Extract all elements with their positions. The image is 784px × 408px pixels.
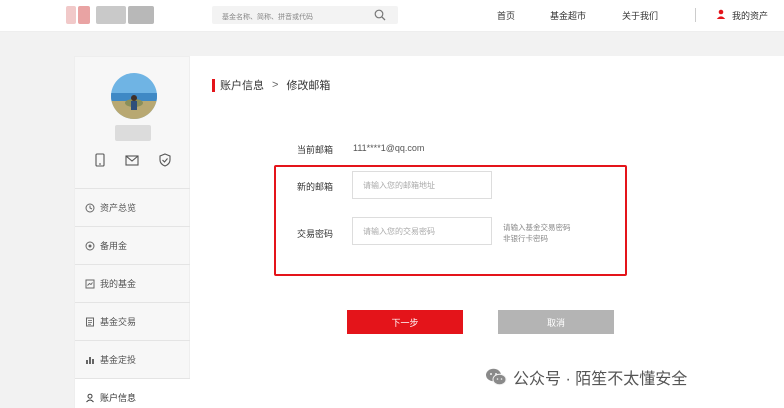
wechat-icon <box>486 368 507 386</box>
hint-line-1: 请输入基金交易密码 <box>503 223 571 232</box>
sidebar-item-label: 账户信息 <box>100 393 137 403</box>
current-email-value: 111****1@qq.com <box>353 143 425 153</box>
username-blurred <box>115 125 151 141</box>
sidebar-item-label: 资产总览 <box>100 203 137 213</box>
breadcrumb-current: 修改邮箱 <box>286 80 331 92</box>
sidebar-item-label: 基金定投 <box>100 355 137 365</box>
user-icon <box>86 393 94 402</box>
sidebar-menu: 资产总览 备用金 我的基金 基金交易 基金定投 账户信息 <box>75 188 191 408</box>
phone-icon[interactable] <box>93 153 107 167</box>
shield-icon[interactable] <box>158 153 172 167</box>
new-email-field[interactable] <box>353 172 491 198</box>
trade-password-field-box <box>352 217 492 245</box>
sidebar-item-account-info[interactable]: 账户信息 <box>75 378 191 408</box>
my-assets-link[interactable]: 我的资产 <box>732 9 768 22</box>
watermark-text: 公众号 · 陌笙不太懂安全 <box>513 371 688 388</box>
sidebar-item-label: 基金交易 <box>100 317 137 327</box>
sidebar-item-label: 我的基金 <box>100 279 137 289</box>
trade-password-label: 交易密码 <box>297 229 334 239</box>
trade-password-field[interactable] <box>353 218 491 244</box>
top-bar: 首页 基金超市 关于我们 我的资产 <box>0 0 784 32</box>
new-email-label: 新的邮箱 <box>297 182 334 192</box>
bar-chart-icon <box>86 356 94 364</box>
watermark: 公众号 · 陌笙不太懂安全 <box>485 364 687 390</box>
search-icon[interactable] <box>374 9 386 21</box>
breadcrumb-separator: > <box>272 79 279 91</box>
current-email-label: 当前邮箱 <box>297 145 334 155</box>
sidebar-item-asset-overview[interactable]: 资产总览 <box>75 188 191 226</box>
nav-divider <box>695 8 696 22</box>
nav-home[interactable]: 首页 <box>497 9 515 22</box>
cancel-button[interactable]: 取消 <box>498 310 614 334</box>
nav-fund-market[interactable]: 基金超市 <box>550 9 586 22</box>
site-logo[interactable] <box>66 6 162 24</box>
avatar[interactable] <box>111 73 157 119</box>
breadcrumb-accent <box>212 78 215 92</box>
sidebar-item-my-funds[interactable]: 我的基金 <box>75 264 191 302</box>
account-sidebar: 资产总览 备用金 我的基金 基金交易 基金定投 账户信息 <box>74 56 191 408</box>
sidebar-item-fund-trading[interactable]: 基金交易 <box>75 302 191 340</box>
chart-box-icon <box>85 279 95 288</box>
quick-icons <box>75 153 191 169</box>
clock-icon <box>85 203 95 212</box>
next-button[interactable]: 下一步 <box>347 310 463 334</box>
breadcrumb-parent[interactable]: 账户信息 <box>220 77 264 93</box>
trade-password-hint: 请输入基金交易密码 非银行卡密码 <box>503 222 571 244</box>
nav-about-us[interactable]: 关于我们 <box>622 9 658 22</box>
mail-icon[interactable] <box>125 153 139 167</box>
main-panel: 账户信息 > 修改邮箱 当前邮箱 111****1@qq.com 新的邮箱 交易… <box>190 56 784 408</box>
search-input[interactable] <box>212 8 362 27</box>
new-email-field-box <box>352 171 492 199</box>
hint-line-2: 非银行卡密码 <box>503 234 548 243</box>
breadcrumb: 账户信息 > 修改邮箱 <box>212 78 330 92</box>
user-icon <box>716 9 726 19</box>
document-icon <box>86 317 94 326</box>
coin-icon <box>85 241 95 250</box>
sidebar-item-label: 备用金 <box>100 241 128 251</box>
sidebar-item-fund-plan[interactable]: 基金定投 <box>75 340 191 378</box>
search-box <box>212 6 398 27</box>
sidebar-item-reserve-fund[interactable]: 备用金 <box>75 226 191 264</box>
